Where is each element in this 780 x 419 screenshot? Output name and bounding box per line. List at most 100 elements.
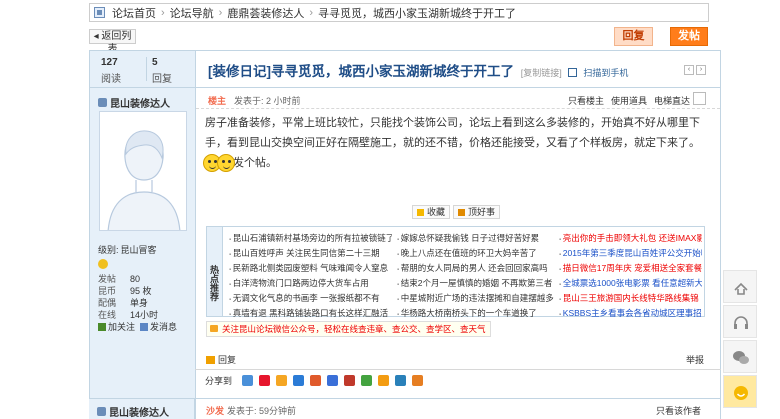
share-tencent-icon[interactable]	[293, 375, 305, 386]
recommend-link[interactable]: 晚上八点还在值班的环卫大妈辛苦了	[397, 247, 554, 262]
thread-title: [装修日记]寻寻觅觅，城西小家玉湖新城终于开工了 [复制链接] 扫描到手机	[208, 60, 628, 80]
post-options: 只看楼主 使用道具 电梯直达	[561, 94, 690, 107]
share-qq-icon[interactable]	[276, 375, 288, 386]
star-icon	[417, 208, 424, 216]
recommend-link[interactable]: 民新路北侧类园废塑料 气味难闻令人窒息	[229, 262, 392, 277]
recommend-link[interactable]: 华杨路大桥南桥头下的一个车道换了	[397, 307, 554, 322]
author-name: 昆山装修达人	[110, 99, 170, 110]
recommend-link[interactable]: 嫁嫁总怀疑我偷钱 日子过得好苦好累	[397, 232, 554, 247]
recommend-link[interactable]: 结束2个月一屋慎慎的婚姻 不再欺第三者	[397, 277, 554, 292]
breadcrumb-board[interactable]: 鹿鼎荟装修达人	[227, 5, 304, 21]
home-icon[interactable]	[94, 7, 105, 18]
arrow-up-icon	[734, 282, 748, 295]
like-button[interactable]: 顶好事	[453, 205, 501, 219]
recommend-link[interactable]: 白洋湾物流门口路两边停大货车占用	[229, 277, 392, 292]
recommend-column-3: 亮出你的手击即领大礼包 还送IMAX影票 2015年第三季度昆山百姓评公交开始啦…	[559, 232, 702, 322]
jump-floor-link[interactable]: 电梯直达	[654, 94, 690, 107]
wechat-icon	[733, 351, 749, 364]
stat-key: 配偶	[98, 298, 117, 308]
online-icon	[97, 407, 106, 416]
recommend-link[interactable]: 亮出你的手击即领大礼包 还送IMAX影票	[559, 232, 702, 247]
floor-number-input[interactable]	[693, 92, 706, 105]
follow-button[interactable]: 加关注	[98, 320, 135, 333]
recommend-link[interactable]: 昆山三王旅游国内长线特华路线集锦	[559, 292, 702, 307]
next-floor-label: 沙发	[206, 406, 225, 416]
post-body: 房子准备装修，平常上班比较忙，只能找个装饰公司，论坛上看到这么多装修的，开始真不…	[205, 117, 700, 149]
breadcrumb-separator: ›	[309, 6, 314, 19]
share-feed-icon[interactable]	[378, 375, 390, 386]
back-to-list-button[interactable]: ◂ 返回列表	[89, 29, 136, 55]
share-qzone-icon[interactable]	[242, 375, 254, 386]
recommend-link[interactable]: 真墙有退 黑科路铺装路口有长这样汇融活	[229, 307, 392, 322]
recommend-link[interactable]: 帮朋的女人同局的男人 还会回回家高吗	[397, 262, 554, 277]
mail-icon	[140, 322, 149, 331]
medal-icon	[98, 259, 108, 269]
recommend-column-2: 嫁嫁总怀疑我偷钱 日子过得好苦好累 晚上八点还在值班的环卫大妈辛苦了 帮朋的女人…	[397, 232, 554, 322]
only-this-author-link[interactable]: 只看该作者	[656, 404, 701, 417]
user-level[interactable]: 昆山冒客	[121, 244, 157, 256]
scan-to-mobile-link[interactable]: 扫描到手机	[583, 68, 628, 78]
stats-divider	[146, 57, 147, 81]
wechat-button[interactable]	[723, 340, 757, 373]
qr-code-icon[interactable]	[567, 67, 577, 77]
collect-label: 收藏	[427, 207, 446, 217]
share-wechat-icon[interactable]	[361, 375, 373, 386]
breadcrumb-forum-nav[interactable]: 论坛导航	[170, 5, 214, 21]
hot-recommend-label: 热点推荐	[207, 227, 223, 316]
reply-link[interactable]: 回复	[206, 353, 236, 366]
author-name-link[interactable]: 昆山装修达人	[98, 95, 170, 110]
stat-key: 发帖	[98, 274, 117, 284]
level-label: 级别:	[98, 245, 119, 255]
report-link[interactable]: 举报	[686, 353, 704, 366]
only-author-link[interactable]: 只看楼主	[568, 94, 604, 107]
headset-icon	[734, 316, 748, 329]
post-body-tail: 发个帖。	[233, 157, 277, 169]
back-to-top-button[interactable]	[723, 270, 757, 303]
smile-icon	[734, 386, 748, 400]
recommend-link[interactable]: 无调文化气息的书画李 一张报纸都不有	[229, 292, 392, 307]
share-more-icon[interactable]	[412, 375, 424, 386]
recommend-column-1: 昆山石浦镇新村基场旁边的所有拉被锁链了 昆山百姓呼声 关注民生同信第二十三期 民…	[229, 232, 392, 322]
share-douban-icon[interactable]	[344, 375, 356, 386]
share-baidu-icon[interactable]	[395, 375, 407, 386]
use-item-link[interactable]: 使用道具	[611, 94, 647, 107]
view-count: 127	[101, 57, 118, 68]
recommend-link[interactable]: 全城票选1000张电影票 看任意超新大片	[559, 277, 702, 292]
thumb-icon	[458, 208, 466, 216]
smile-feedback-button[interactable]	[723, 375, 757, 408]
recommend-link[interactable]: 描日微信17周年庆 宠爱相送全家套餐	[559, 262, 702, 277]
breadcrumb-separator: ›	[161, 6, 165, 19]
post-content: 房子准备装修，平常上班比较忙，只能找个装饰公司，论坛上看到这么多装修的，开始真不…	[203, 113, 710, 173]
view-label: 阅读	[101, 74, 121, 85]
user-info: 级别: 昆山冒客 发帖 80 昆币 95 枚 配偶 单身 在线 14小时	[98, 244, 158, 321]
breadcrumb-current[interactable]: 寻寻觅觅，城西小家玉湖新城终于开工了	[318, 5, 516, 21]
reply-label: 回复	[152, 74, 172, 85]
recommend-link[interactable]: 2015年第三季度昆山百姓评公交开始啦	[559, 247, 702, 262]
prev-thread-button[interactable]: ‹	[684, 65, 694, 75]
customer-service-button[interactable]	[723, 305, 757, 338]
share-renren-icon[interactable]	[310, 375, 322, 386]
recommend-link[interactable]: 中星城附近广场的违法摆摊和自建摆越多了	[397, 292, 554, 307]
breadcrumb-forum-home[interactable]: 论坛首页	[112, 5, 156, 21]
breadcrumb-separator: ›	[218, 6, 223, 19]
post-header: 楼主 发表于: 2 小时前 只看楼主 使用道具 电梯直达	[196, 89, 720, 109]
next-author-name: 昆山装修达人	[109, 408, 169, 419]
thread-stats: 127 阅读 5 回复	[90, 51, 195, 88]
recommend-link[interactable]: 昆山百姓呼声 关注民生同信第二十三期	[229, 247, 392, 262]
stat-value[interactable]: 80	[130, 273, 140, 285]
copy-link-button[interactable]: [复制链接]	[521, 68, 562, 78]
avatar[interactable]	[99, 111, 187, 231]
new-post-button[interactable]: 发帖	[670, 27, 708, 46]
next-thread-button[interactable]: ›	[696, 65, 706, 75]
next-author-name-link[interactable]: 昆山装修达人	[97, 404, 169, 419]
recommend-link[interactable]: KSBBS主乡看事会各省动城区理事招募中	[559, 307, 702, 322]
wechat-follow-bar[interactable]: 关注昆山论坛微信公众号，轻松在线查违章、查公交、查学区、查天气	[206, 321, 491, 337]
message-label: 发消息	[150, 322, 178, 332]
share-kaixin-icon[interactable]	[327, 375, 339, 386]
recommend-link[interactable]: 昆山石浦镇新村基场旁边的所有拉被锁链了	[229, 232, 392, 247]
collect-button[interactable]: 收藏	[412, 205, 451, 219]
message-button[interactable]: 发消息	[140, 320, 177, 333]
share-weibo-icon[interactable]	[259, 375, 271, 386]
reply-button[interactable]: 回复	[614, 27, 653, 46]
share-label: 分享到	[205, 376, 233, 386]
